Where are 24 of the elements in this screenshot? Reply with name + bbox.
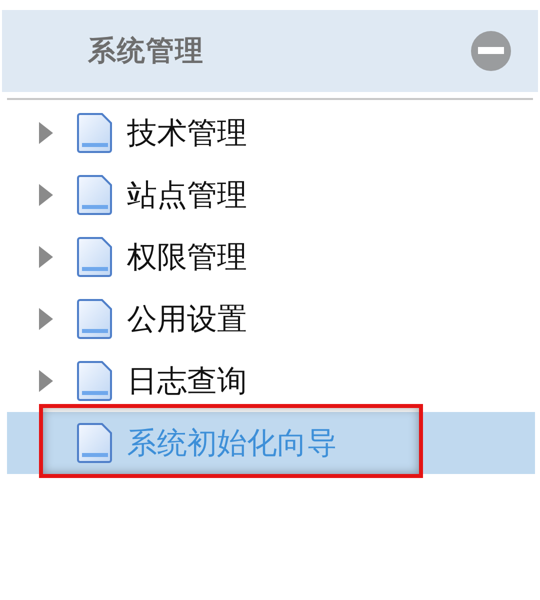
tree-item-label: 日志查询 — [127, 362, 247, 400]
expand-arrow-icon[interactable] — [39, 308, 53, 330]
tree-item[interactable]: 日志查询 — [7, 350, 535, 412]
tree-item-label: 权限管理 — [127, 238, 247, 276]
collapse-icon[interactable] — [470, 30, 512, 72]
tree-item[interactable]: 站点管理 — [7, 164, 535, 226]
tree-item[interactable]: 公用设置 — [7, 288, 535, 350]
document-icon — [77, 113, 113, 153]
document-icon — [77, 175, 113, 215]
tree-item-label: 技术管理 — [127, 114, 247, 152]
tree-item-label: 公用设置 — [127, 300, 247, 338]
tree-item[interactable]: 技术管理 — [7, 102, 535, 164]
document-icon — [77, 361, 113, 401]
expand-arrow-icon[interactable] — [39, 184, 53, 206]
document-icon — [77, 423, 113, 463]
expand-arrow-icon[interactable] — [39, 122, 53, 144]
tree-item-label: 站点管理 — [127, 176, 247, 214]
document-icon — [77, 299, 113, 339]
tree-item[interactable]: 权限管理 — [7, 226, 535, 288]
tree-item-label: 系统初始化向导 — [127, 424, 337, 462]
document-icon — [77, 237, 113, 277]
expand-arrow-icon[interactable] — [39, 370, 53, 392]
expand-arrow-icon[interactable] — [39, 246, 53, 268]
panel-title: 系统管理 — [88, 33, 204, 69]
